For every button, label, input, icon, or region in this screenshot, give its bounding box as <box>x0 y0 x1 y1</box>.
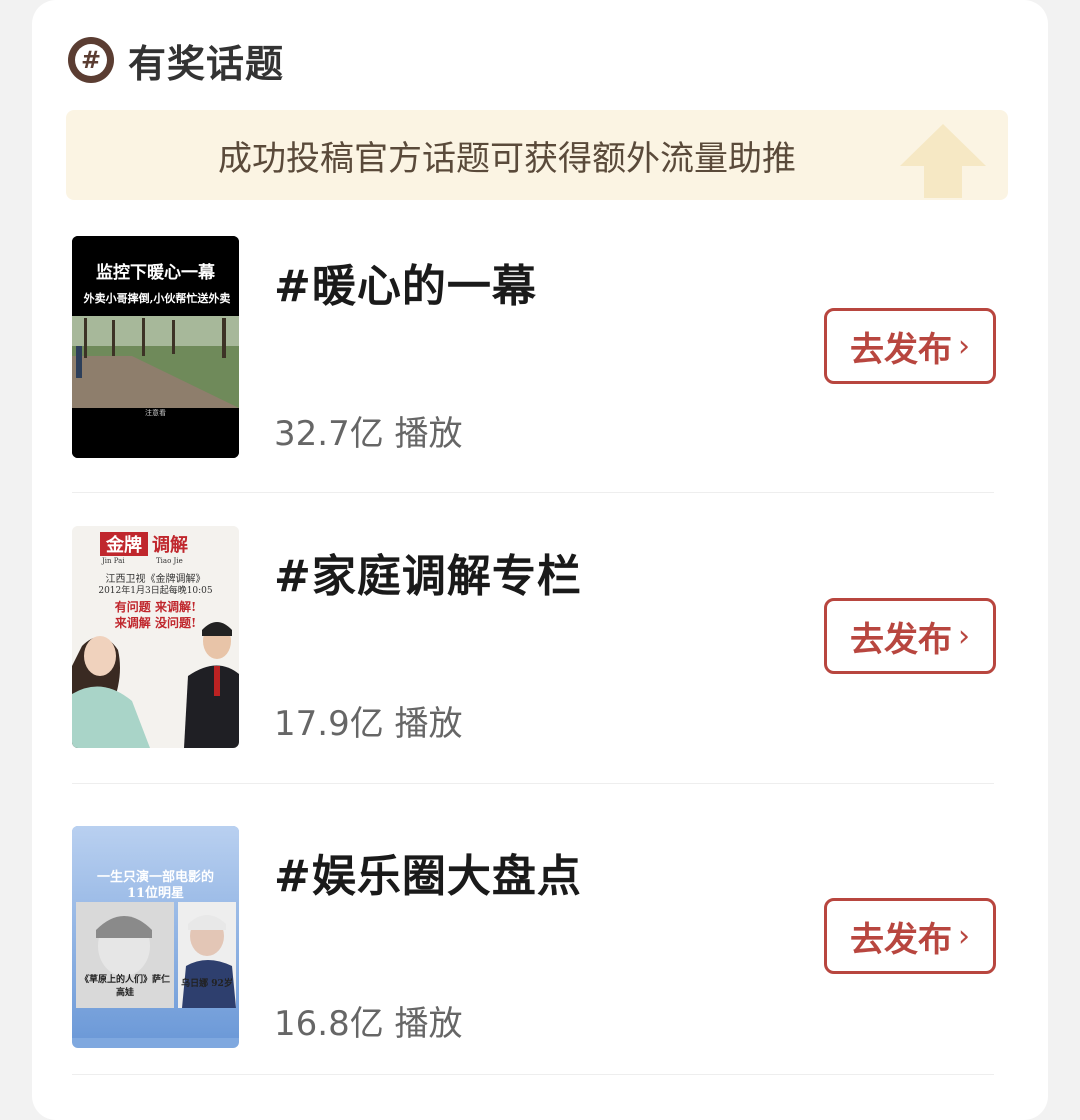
topic-thumbnail[interactable]: 监控下暖心一幕 外卖小哥摔倒,小伙帮忙送外卖 注意看 <box>72 236 239 458</box>
arrow-up-icon <box>900 124 986 198</box>
thumbnail-image <box>72 826 239 1038</box>
publish-button-label: 去发布 <box>850 329 952 370</box>
thumb-pinyin-b: Tiao Jie <box>156 557 183 565</box>
thumb-headline-b: 11位明星 <box>126 886 185 901</box>
thumb-slogan-b: 来调解 没问题! <box>114 616 197 630</box>
topic-title[interactable]: #娱乐圈大盘点 <box>274 840 582 904</box>
play-count: 16.8亿 播放 <box>274 1004 463 1044</box>
publish-button-label: 去发布 <box>850 919 952 960</box>
banner-text: 成功投稿官方话题可获得额外流量助推 <box>218 138 796 179</box>
divider <box>72 783 994 784</box>
topic-title[interactable]: #家庭调解专栏 <box>274 540 582 604</box>
thumb-schedule: 2012年1月3日起每晚10:05 <box>98 586 213 596</box>
chevron-right-icon: › <box>958 918 970 954</box>
divider <box>72 1074 994 1075</box>
topic-thumbnail[interactable]: 一生只演一部电影的 11位明星 《草原上的人们》萨仁高娃 乌日娜 92岁 <box>72 826 239 1048</box>
topic-thumbnail[interactable]: 金牌 调解 Jin Pai Tiao Jie 江西卫视《金牌调解》 2012年1… <box>72 526 239 748</box>
thumb-pinyin-a: Jin Pai <box>102 557 125 565</box>
divider <box>72 492 994 493</box>
thumb-headline: 监控下暖心一幕 <box>96 263 215 283</box>
publish-button[interactable]: 去发布 › <box>824 308 996 384</box>
play-count: 32.7亿 播放 <box>274 414 463 454</box>
thumb-slogan-a: 有问题 来调解! <box>114 600 197 614</box>
publish-button[interactable]: 去发布 › <box>824 898 996 974</box>
topic-item[interactable]: 金牌 调解 Jin Pai Tiao Jie 江西卫视《金牌调解》 2012年1… <box>72 526 1008 752</box>
promo-banner: 成功投稿官方话题可获得额外流量助推 <box>66 110 1008 200</box>
thumb-logo-b: 调解 <box>152 535 188 556</box>
section-title: 有奖话题 <box>128 41 285 86</box>
topic-item[interactable]: 一生只演一部电影的 11位明星 《草原上的人们》萨仁高娃 乌日娜 92岁 #娱乐… <box>72 826 1008 1052</box>
chevron-right-icon: › <box>958 328 970 364</box>
hashtag-icon: # <box>68 37 114 83</box>
topic-card: # 有奖话题 成功投稿官方话题可获得额外流量助推 监控下暖心一幕 外卖小哥摔倒,… <box>32 0 1048 1120</box>
topic-item[interactable]: 监控下暖心一幕 外卖小哥摔倒,小伙帮忙送外卖 注意看 #暖心的一幕 32.7亿 … <box>72 236 1008 462</box>
thumb-logo-a: 金牌 <box>106 535 142 556</box>
thumb-caption-right: 乌日娜 92岁 <box>181 979 233 989</box>
topic-title[interactable]: #暖心的一幕 <box>274 250 537 314</box>
section-header: # 有奖话题 <box>68 30 284 90</box>
publish-button-label: 去发布 <box>850 619 952 660</box>
thumb-caption-left: 《草原上的人们》萨仁高娃 <box>79 975 170 998</box>
thumb-subline: 外卖小哥摔倒,小伙帮忙送外卖 <box>83 292 231 305</box>
publish-button[interactable]: 去发布 › <box>824 598 996 674</box>
thumb-footer: 注意看 <box>145 409 166 417</box>
chevron-right-icon: › <box>958 618 970 654</box>
play-count: 17.9亿 播放 <box>274 704 463 744</box>
